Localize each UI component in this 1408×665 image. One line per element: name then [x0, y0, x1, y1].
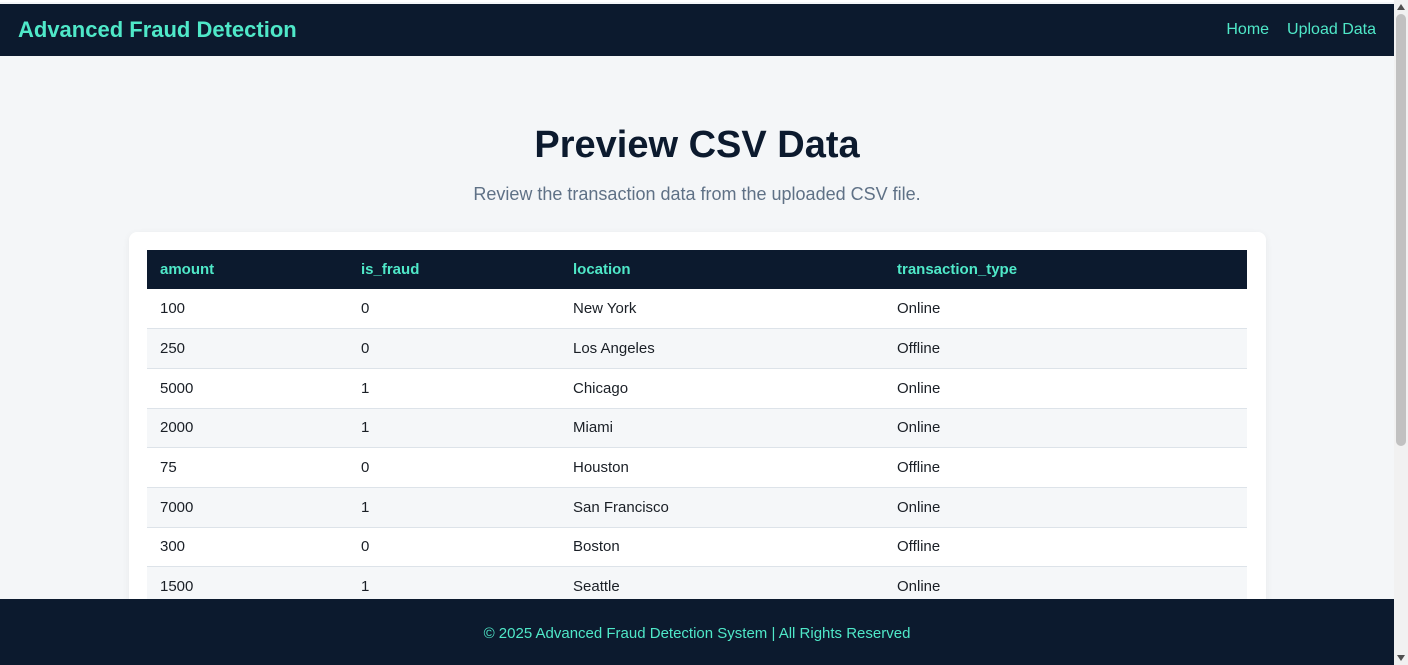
column-header-transaction-type: transaction_type	[897, 261, 1018, 278]
cell-location: Miami	[560, 408, 884, 449]
nav-links: Home Upload Data	[1208, 21, 1376, 39]
column-header-amount: amount	[160, 261, 215, 278]
cell-transaction-type: Offline	[884, 447, 1247, 488]
cell-location: New York	[560, 289, 884, 330]
csv-preview-table: amount is_fraud location transaction_typ…	[147, 250, 1247, 607]
cell-transaction-type: Online	[884, 289, 1247, 330]
table-row: 250 0 Los Angeles Offline	[147, 328, 1247, 369]
nav-link-home[interactable]: Home	[1226, 21, 1269, 39]
cell-amount: 250	[147, 328, 348, 369]
cell-location: Houston	[560, 447, 884, 488]
column-header-location: location	[573, 261, 631, 278]
table-card: amount is_fraud location transaction_typ…	[129, 232, 1266, 652]
cell-amount: 7000	[147, 487, 348, 528]
cell-amount: 75	[147, 447, 348, 488]
page-title: Preview CSV Data	[534, 124, 860, 166]
cell-transaction-type: Online	[884, 368, 1247, 409]
scroll-down-arrow-icon[interactable]	[1397, 655, 1405, 661]
cell-amount: 300	[147, 527, 348, 568]
cell-amount: 5000	[147, 368, 348, 409]
cell-is-fraud: 1	[348, 487, 560, 528]
table-row: 75 0 Houston Offline	[147, 447, 1247, 488]
cell-location: San Francisco	[560, 487, 884, 528]
table-row: 5000 1 Chicago Online	[147, 368, 1247, 409]
cell-is-fraud: 0	[348, 447, 560, 488]
cell-is-fraud: 0	[348, 328, 560, 369]
cell-transaction-type: Offline	[884, 527, 1247, 568]
scroll-up-arrow-icon[interactable]	[1397, 4, 1405, 10]
page-viewport: Advanced Fraud Detection Home Upload Dat…	[0, 0, 1394, 665]
table-row: 2000 1 Miami Online	[147, 408, 1247, 449]
cell-is-fraud: 0	[348, 527, 560, 568]
cell-is-fraud: 1	[348, 368, 560, 409]
cell-amount: 2000	[147, 408, 348, 449]
page-subtitle: Review the transaction data from the upl…	[473, 184, 921, 204]
cell-transaction-type: Online	[884, 408, 1247, 449]
navbar: Advanced Fraud Detection Home Upload Dat…	[0, 4, 1394, 56]
nav-link-upload-data[interactable]: Upload Data	[1287, 21, 1376, 39]
column-header-is-fraud: is_fraud	[361, 261, 420, 278]
cell-transaction-type: Offline	[884, 328, 1247, 369]
cell-is-fraud: 1	[348, 408, 560, 449]
table-row: 100 0 New York Online	[147, 289, 1247, 330]
cell-amount: 100	[147, 289, 348, 330]
footer-copyright: © 2025 Advanced Fraud Detection System |…	[483, 624, 911, 642]
brand-title[interactable]: Advanced Fraud Detection	[18, 17, 297, 43]
scrollbar-thumb[interactable]	[1396, 14, 1406, 446]
cell-location: Chicago	[560, 368, 884, 409]
table-header-row: amount is_fraud location transaction_typ…	[147, 250, 1247, 289]
vertical-scrollbar[interactable]	[1394, 0, 1408, 665]
cell-transaction-type: Online	[884, 487, 1247, 528]
table-row: 300 0 Boston Offline	[147, 527, 1247, 568]
footer: © 2025 Advanced Fraud Detection System |…	[0, 599, 1394, 665]
table-row: 7000 1 San Francisco Online	[147, 487, 1247, 528]
cell-is-fraud: 0	[348, 289, 560, 330]
cell-location: Boston	[560, 527, 884, 568]
cell-location: Los Angeles	[560, 328, 884, 369]
